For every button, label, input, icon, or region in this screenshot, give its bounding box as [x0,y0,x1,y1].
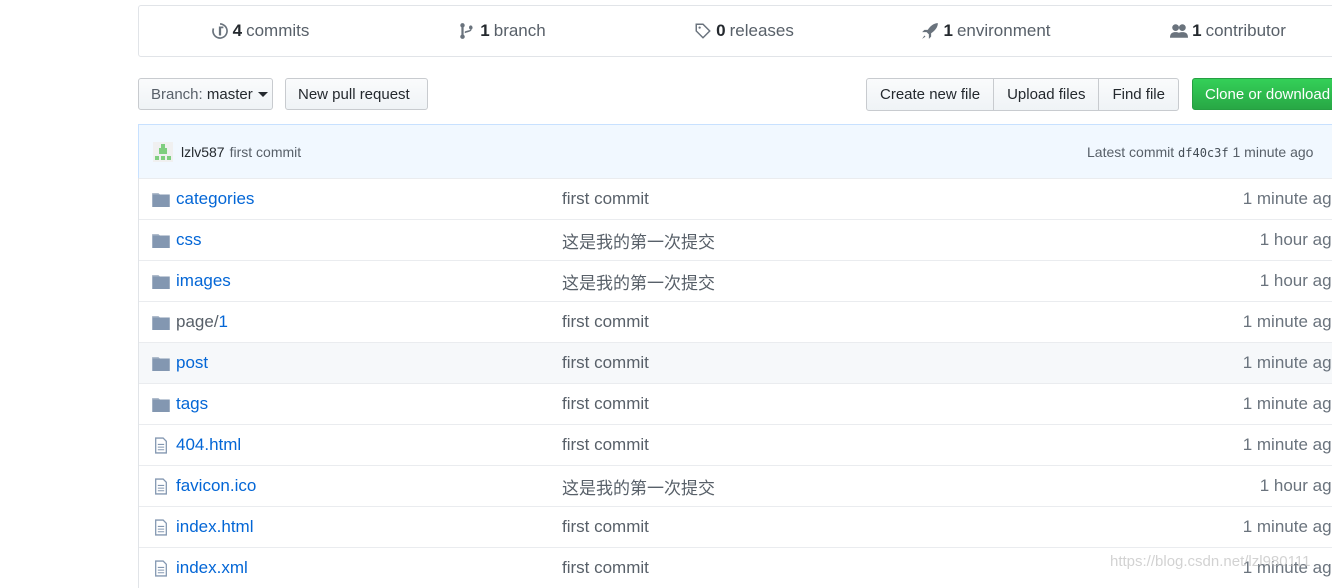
commit-age: 1 minute ago [1242,312,1332,331]
stat-commits[interactable]: 4 commits [139,6,381,56]
file-name-link[interactable]: page/1 [176,312,228,332]
file-name-link[interactable]: 404.html [176,435,241,455]
file-name-link[interactable]: css [176,230,202,250]
file-actions: Create new file Upload files Find file [866,78,1179,111]
file-icon [155,519,167,536]
new-pull-request-button[interactable]: New pull request [285,78,428,110]
commit-message-link[interactable]: 这是我的第一次提交 [562,269,715,294]
commit-message-link[interactable]: first commit [562,353,649,373]
folder-icon [152,357,170,371]
commit-age: 1 hour ago [1259,476,1332,495]
repo-stats: 4 commits 1 branch 0 releases 1 environment … [138,5,1332,57]
folder-icon [152,275,170,289]
tag-icon [695,23,711,39]
commit-message[interactable]: first commit [230,144,302,160]
file-row: post first commit 1 minute ago [139,342,1332,383]
commit-message-link[interactable]: first commit [562,394,649,414]
commit-age: 1 minute ago [1242,394,1332,413]
file-name-link[interactable]: index.html [176,517,253,537]
caret-down-icon [257,91,268,97]
file-icon [155,478,167,495]
file-icon [155,437,167,454]
stat-contributors[interactable]: 1 contributor [1107,6,1332,56]
commit-message-link[interactable]: first commit [562,558,649,578]
commit-age: 1 minute ago [1242,353,1332,372]
commit-message-link[interactable]: 这是我的第一次提交 [562,474,715,499]
file-row: page/1 first commit 1 minute ago [139,301,1332,342]
folder-icon [152,398,170,412]
commit-sha[interactable]: df40c3f [1178,146,1229,160]
file-row: index.html first commit 1 minute ago [139,506,1332,547]
commit-age: 1 minute ago [1242,435,1332,454]
clone-or-download-button[interactable]: Clone or download [1192,78,1332,110]
commit-age: 1 minute ago [1242,517,1332,536]
file-row: images 这是我的第一次提交 1 hour ago [139,260,1332,301]
branch-icon [460,23,473,39]
file-icon [155,560,167,577]
file-row: css 这是我的第一次提交 1 hour ago [139,219,1332,260]
file-row: tags first commit 1 minute ago [139,383,1332,424]
create-new-file-button[interactable]: Create new file [867,79,993,110]
folder-icon [152,193,170,207]
history-icon [211,23,228,39]
commit-message-link[interactable]: first commit [562,517,649,537]
avatar[interactable] [153,141,173,162]
branch-select[interactable]: Branch: master [138,78,273,110]
latest-commit-info: Latest commit df40c3f 1 minute ago [1087,143,1314,160]
commit-message-link[interactable]: first commit [562,189,649,209]
file-name-link[interactable]: categories [176,189,254,209]
file-name-link[interactable]: index.xml [176,558,248,578]
commit-age: 1 minute ago [1242,189,1332,208]
file-row: 404.html first commit 1 minute ago [139,424,1332,465]
folder-icon [152,316,170,330]
commit-age: 1 hour ago [1259,271,1332,290]
commit-message-link[interactable]: first commit [562,435,649,455]
commit-message-link[interactable]: first commit [562,312,649,332]
file-row: favicon.ico 这是我的第一次提交 1 hour ago [139,465,1332,506]
file-name-link[interactable]: images [176,271,231,291]
file-row: categories first commit 1 minute ago [139,178,1332,219]
upload-files-button[interactable]: Upload files [993,79,1098,110]
rocket-icon [922,23,939,39]
commit-age: 1 hour ago [1259,230,1332,249]
stat-releases[interactable]: 0 releases [623,6,865,56]
watermark: https://blog.csdn.net/lzl980111 [1110,553,1311,570]
latest-commit-bar: lzlv587 first commit Latest commit df40c… [138,124,1332,178]
file-name-link[interactable]: tags [176,394,208,414]
people-icon [1170,24,1189,38]
commit-message-link[interactable]: 这是我的第一次提交 [562,228,715,253]
stat-branches[interactable]: 1 branch [381,6,623,56]
find-file-button[interactable]: Find file [1098,79,1178,110]
folder-icon [152,234,170,248]
file-list: categories first commit 1 minute ago css 这是我… [138,178,1332,588]
file-name-link[interactable]: post [176,353,208,373]
file-name-link[interactable]: favicon.ico [176,476,256,496]
stat-environments[interactable]: 1 environment [865,6,1107,56]
commit-author[interactable]: lzlv587 [181,144,225,160]
